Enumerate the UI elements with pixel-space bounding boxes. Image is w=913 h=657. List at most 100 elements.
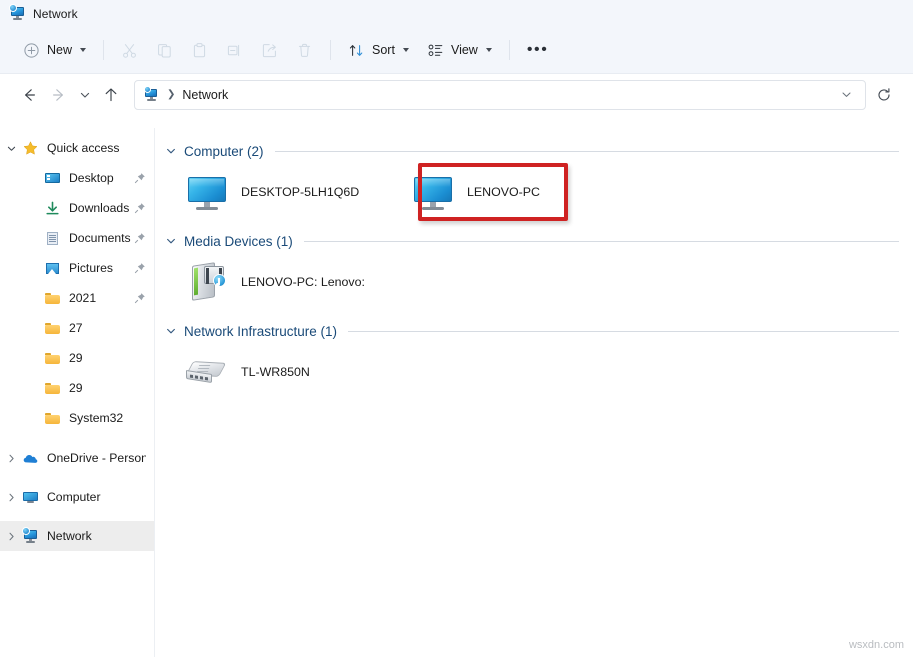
sidebar-item-onedrive[interactable]: OneDrive - Personal: [0, 443, 154, 473]
breadcrumb-separator: ❯: [167, 89, 175, 100]
document-icon: [44, 230, 61, 247]
group-title: Network Infrastructure (1): [184, 324, 337, 339]
sidebar-item-folder-27[interactable]: 27: [0, 313, 154, 343]
back-button[interactable]: [14, 80, 44, 110]
see-more-button[interactable]: •••: [518, 34, 558, 66]
sidebar-item-documents[interactable]: Documents: [0, 223, 154, 253]
new-button-label: New: [47, 43, 72, 57]
file-list-pane[interactable]: Computer (2) DESKTOP-5LH1Q6D LENOVO-PC: [155, 128, 913, 657]
scissors-icon: [121, 42, 138, 59]
network-computer-icon: [9, 5, 26, 22]
media-device-icon: [183, 258, 231, 306]
address-bar[interactable]: ❯ Network: [134, 80, 866, 110]
sidebar-item-network[interactable]: Network: [0, 521, 154, 551]
view-icon: [427, 42, 444, 59]
list-item-label: TL-WR850N: [241, 365, 310, 379]
explorer-body: Quick access Desktop Downloads: [0, 128, 913, 657]
group-divider: [348, 331, 899, 332]
group-items-media-devices: LENOVO-PC: Lenovo:: [155, 254, 913, 310]
pin-icon[interactable]: [134, 292, 146, 304]
desktop-icon: [44, 170, 61, 187]
list-item-lenovo-pc[interactable]: LENOVO-PC: [403, 164, 629, 220]
list-item-tl-wr850n[interactable]: TL-WR850N: [177, 344, 403, 400]
paste-button[interactable]: [182, 34, 217, 66]
clipboard-icon: [191, 42, 208, 59]
sort-button[interactable]: Sort: [339, 34, 418, 66]
chevron-down-icon[interactable]: [165, 325, 177, 337]
chevron-right-icon[interactable]: [0, 492, 22, 503]
sidebar-item-label: Documents: [69, 231, 131, 245]
chevron-down-icon: [486, 48, 492, 52]
cloud-icon: [22, 450, 39, 467]
sidebar-item-label: 27: [69, 321, 83, 335]
copy-icon: [156, 42, 173, 59]
sidebar-item-folder-29-a[interactable]: 29: [0, 343, 154, 373]
breadcrumb-item-network[interactable]: Network: [182, 88, 228, 102]
sort-icon: [348, 42, 365, 59]
copy-button[interactable]: [147, 34, 182, 66]
folder-icon: [44, 320, 61, 337]
group-header-computer[interactable]: Computer (2): [155, 140, 913, 162]
sidebar-item-quick-access[interactable]: Quick access: [0, 133, 154, 163]
share-icon: [261, 42, 278, 59]
group-title: Media Devices (1): [184, 234, 293, 249]
list-item-lenovo-pc-media[interactable]: LENOVO-PC: Lenovo:: [177, 254, 437, 310]
sidebar-spacer-2: [0, 473, 154, 482]
list-item-desktop-5lh1q6d[interactable]: DESKTOP-5LH1Q6D: [177, 164, 403, 220]
sidebar-item-folder-2021[interactable]: 2021: [0, 283, 154, 313]
refresh-button[interactable]: [869, 80, 899, 110]
toolbar-divider-3: [509, 40, 510, 60]
sidebar-item-label: Desktop: [69, 171, 114, 185]
ellipsis-icon: •••: [527, 42, 549, 58]
watermark: wsxdn.com: [849, 639, 904, 651]
group-divider: [275, 151, 899, 152]
breadcrumb-network-icon: [144, 87, 160, 103]
star-icon: [22, 140, 39, 157]
folder-icon: [44, 350, 61, 367]
chevron-right-icon[interactable]: [0, 531, 22, 542]
rename-button[interactable]: [217, 34, 252, 66]
pin-icon[interactable]: [134, 202, 146, 214]
pin-icon[interactable]: [134, 232, 146, 244]
sidebar-item-label: 29: [69, 351, 83, 365]
share-button[interactable]: [252, 34, 287, 66]
chevron-down-icon: [403, 48, 409, 52]
sidebar-item-label: Network: [47, 529, 92, 543]
sidebar-item-pictures[interactable]: Pictures: [0, 253, 154, 283]
delete-button[interactable]: [287, 34, 322, 66]
folder-icon: [44, 290, 61, 307]
folder-icon: [44, 380, 61, 397]
group-header-network-infrastructure[interactable]: Network Infrastructure (1): [155, 320, 913, 342]
toolbar-divider: [103, 40, 104, 60]
new-button[interactable]: New: [14, 34, 95, 66]
sidebar-item-folder-system32[interactable]: System32: [0, 403, 154, 433]
sidebar-item-label: System32: [69, 411, 123, 425]
sidebar-item-downloads[interactable]: Downloads: [0, 193, 154, 223]
sidebar-item-label: Computer: [47, 490, 101, 504]
view-button[interactable]: View: [418, 34, 501, 66]
recent-locations-button[interactable]: [74, 80, 96, 110]
previous-locations-button[interactable]: [833, 82, 859, 108]
pin-icon[interactable]: [134, 172, 146, 184]
sidebar-item-label: Pictures: [69, 261, 113, 275]
toolbar-divider-2: [330, 40, 331, 60]
pin-icon[interactable]: [134, 262, 146, 274]
sort-button-label: Sort: [372, 43, 395, 57]
sidebar-item-desktop[interactable]: Desktop: [0, 163, 154, 193]
monitor-icon: [183, 168, 231, 216]
folder-icon: [44, 410, 61, 427]
sidebar-item-label: OneDrive - Personal: [47, 451, 146, 465]
chevron-right-icon[interactable]: [0, 453, 22, 464]
chevron-down-icon[interactable]: [165, 145, 177, 157]
sidebar-item-folder-29-b[interactable]: 29: [0, 373, 154, 403]
chevron-down-icon[interactable]: [165, 235, 177, 247]
group-header-media-devices[interactable]: Media Devices (1): [155, 230, 913, 252]
forward-button[interactable]: [44, 80, 74, 110]
sidebar-spacer: [0, 433, 154, 443]
sidebar-item-computer[interactable]: Computer: [0, 482, 154, 512]
chevron-down-icon[interactable]: [0, 143, 22, 154]
view-button-label: View: [451, 43, 478, 57]
up-button[interactable]: [96, 80, 126, 110]
plus-circle-icon: [23, 42, 40, 59]
cut-button[interactable]: [112, 34, 147, 66]
